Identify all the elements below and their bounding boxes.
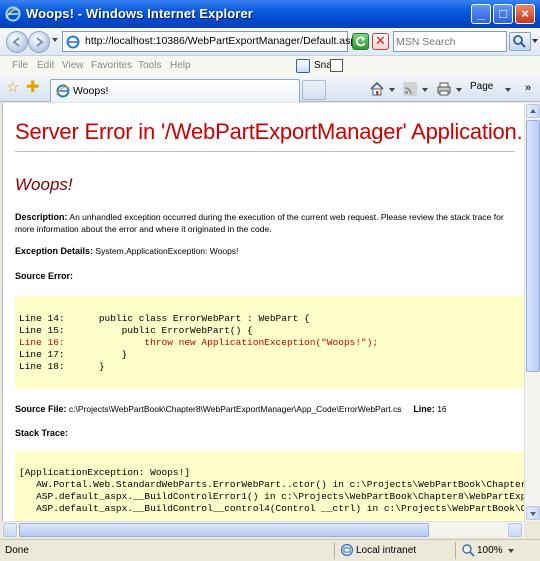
source-error-heading: Source Error: <box>15 271 74 281</box>
search-button[interactable] <box>509 32 531 51</box>
chevron-right-icon[interactable]: » <box>525 82 531 94</box>
scroll-corner <box>524 521 540 537</box>
feeds-dropdown[interactable] <box>422 88 428 92</box>
address-url: http://localhost:10386/WebPartExportMana… <box>85 35 362 47</box>
home-dropdown[interactable] <box>389 88 395 92</box>
security-zone[interactable]: Local intranet <box>356 545 416 556</box>
maximize-button[interactable]: □ <box>493 4 513 24</box>
divider <box>15 151 515 152</box>
status-divider <box>334 542 335 559</box>
search-input[interactable] <box>396 34 504 49</box>
page-icon <box>66 35 80 49</box>
forward-button[interactable] <box>28 31 50 53</box>
error-title: Server Error in '/WebPartExportManager' … <box>15 119 523 144</box>
menu-edit[interactable]: Edit <box>37 60 54 71</box>
zoom-dropdown[interactable] <box>508 549 514 553</box>
intranet-icon <box>340 543 354 557</box>
stack-trace-heading: Stack Trace: <box>15 428 69 438</box>
source-line: Line 18: } <box>19 361 105 372</box>
recent-pages-dropdown[interactable] <box>52 38 58 42</box>
source-file-path: c:\Projects\WebPartBook\Chapter8\WebPart… <box>68 404 402 414</box>
refresh-button[interactable] <box>352 33 369 50</box>
search-options-dropdown[interactable] <box>532 39 538 43</box>
error-description: Description: An unhandled exception occu… <box>15 211 520 235</box>
address-field[interactable]: http://localhost:10386/WebPartExportMana… <box>62 31 409 52</box>
stack-line: AW.Portal.Web.StandardWebParts.ErrorWebP… <box>19 479 524 490</box>
source-line: Line 15: public ErrorWebPart() { <box>19 325 253 336</box>
zoom-level[interactable]: 100% <box>477 545 503 556</box>
zoom-icon <box>462 544 475 557</box>
menu-bar: File Edit View Favorites Tools Help Snag… <box>0 56 540 76</box>
source-line-highlighted: Line 16: throw new ApplicationException(… <box>19 337 379 348</box>
feeds-icon[interactable] <box>402 81 418 97</box>
source-file-info: Source File: c:\Projects\WebPartBook\Cha… <box>15 404 447 414</box>
print-dropdown[interactable] <box>456 88 462 92</box>
new-tab-button[interactable] <box>302 80 326 100</box>
stack-line: ASP.default_aspx.__BuildControlError1() … <box>19 491 524 502</box>
minimize-icon: _ <box>477 6 485 21</box>
page-menu-dropdown[interactable] <box>505 88 511 92</box>
status-bar: Done Local intranet 100% <box>0 539 540 561</box>
line-number: 16 <box>437 404 447 414</box>
page-menu[interactable]: Page <box>470 81 493 92</box>
window-title: Woops! - Windows Internet Explorer <box>26 6 253 21</box>
star-icon[interactable]: ☆ <box>6 80 22 96</box>
stop-icon: ✕ <box>375 33 386 48</box>
snagit-icon <box>296 59 310 73</box>
minimize-button[interactable]: _ <box>471 4 491 24</box>
page-content: Server Error in '/WebPartExportManager' … <box>2 103 524 521</box>
search-field[interactable] <box>393 31 507 52</box>
add-favorite-icon[interactable]: ✚ <box>26 80 42 96</box>
stack-trace-box: [ApplicationException: Woops!] AW.Portal… <box>15 451 524 521</box>
menu-tools[interactable]: Tools <box>138 60 161 71</box>
stack-line: ASP.default_aspx.__BuildControl__control… <box>19 503 524 514</box>
scroll-right-button[interactable] <box>508 523 522 537</box>
close-button[interactable]: × <box>515 4 535 24</box>
error-subtitle: Woops! <box>15 175 73 194</box>
forward-icon <box>36 37 44 47</box>
source-line: Line 17: } <box>19 349 128 360</box>
menu-help[interactable]: Help <box>170 60 191 71</box>
source-code-box: Line 14: public class ErrorWebPart : Web… <box>15 295 524 389</box>
tab-bar: ☆ ✚ Woops! Page » <box>0 76 540 102</box>
maximize-icon: □ <box>499 6 507 21</box>
menu-favorites[interactable]: Favorites <box>91 60 132 71</box>
description-text: An unhandled exception occurred during t… <box>15 212 504 234</box>
status-divider <box>455 542 456 559</box>
home-icon[interactable] <box>369 81 385 97</box>
back-icon <box>12 37 20 47</box>
stack-line: [ApplicationException: Woops!] <box>19 467 191 478</box>
vertical-scroll-thumb[interactable] <box>526 120 540 372</box>
scroll-down-button[interactable] <box>526 506 540 520</box>
scroll-up-button[interactable] <box>526 104 540 118</box>
print-icon[interactable] <box>436 81 452 97</box>
search-icon <box>513 35 526 48</box>
status-text: Done <box>5 545 29 556</box>
close-icon: × <box>521 6 529 21</box>
menu-file[interactable]: File <box>12 60 28 71</box>
exception-text: System.ApplicationException: Woops! <box>95 246 239 256</box>
refresh-icon <box>355 36 366 47</box>
address-toolbar: http://localhost:10386/WebPartExportMana… <box>0 28 540 56</box>
line-label: Line: <box>413 404 435 414</box>
description-label: Description: <box>15 212 68 222</box>
snagit-capture-icon[interactable] <box>330 59 343 72</box>
exception-label: Exception Details: <box>15 246 94 256</box>
source-line: Line 14: public class ErrorWebPart : Web… <box>19 313 310 324</box>
scroll-left-button[interactable] <box>3 523 17 537</box>
ie-icon <box>56 84 70 98</box>
stop-button[interactable]: ✕ <box>372 33 389 50</box>
tab-label: Woops! <box>73 85 109 97</box>
horizontal-scroll-thumb[interactable] <box>19 523 429 537</box>
tab-woops[interactable]: Woops! <box>50 79 300 102</box>
ie-icon <box>5 6 21 22</box>
exception-details: Exception Details: System.ApplicationExc… <box>15 246 238 256</box>
back-button[interactable] <box>6 31 28 53</box>
horizontal-scrollbar[interactable] <box>2 521 524 537</box>
browser-window: Woops! - Windows Internet Explorer _ □ × <box>0 0 540 561</box>
title-bar: Woops! - Windows Internet Explorer _ □ × <box>0 0 540 28</box>
menu-view[interactable]: View <box>62 60 84 71</box>
source-file-label: Source File: <box>15 404 67 414</box>
vertical-scrollbar[interactable] <box>524 103 540 521</box>
